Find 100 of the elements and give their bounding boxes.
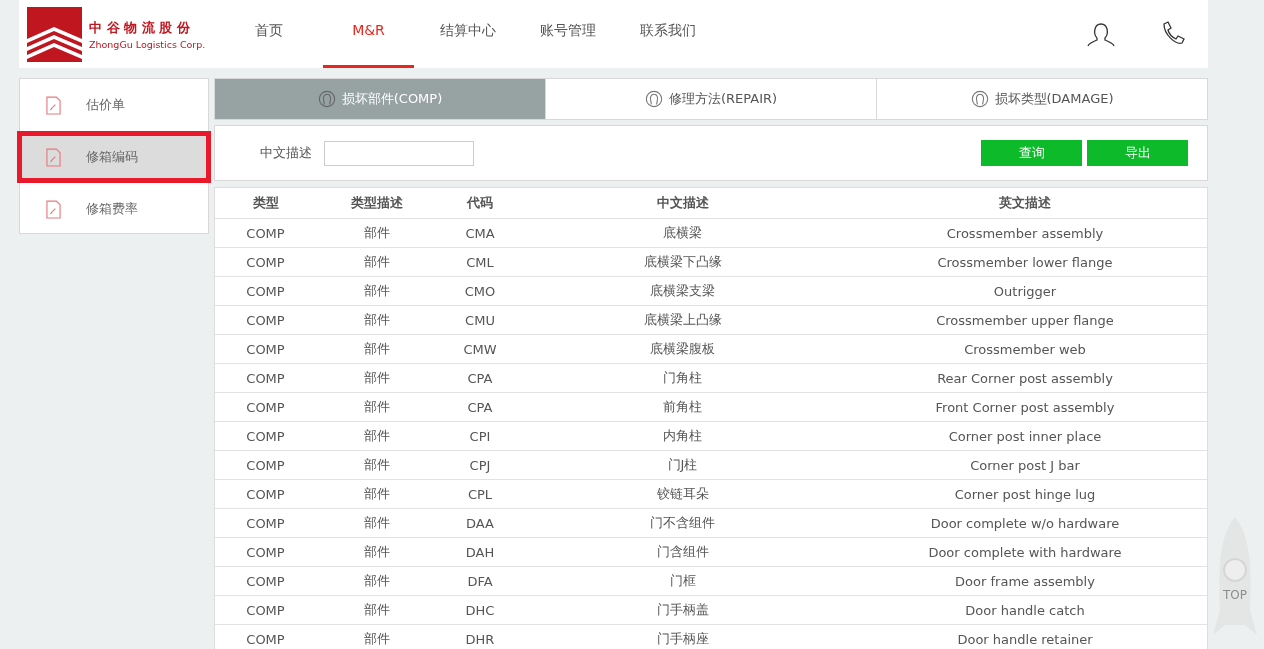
- table-cell-text: CML: [465, 254, 495, 270]
- table-cell-text: DHR: [464, 631, 496, 647]
- sidebar-item[interactable]: 估价单: [20, 79, 208, 131]
- table-cell-text: 底横梁支梁: [649, 282, 716, 300]
- table-cell-text: COMP: [245, 544, 286, 560]
- table-cell-text: 门框: [668, 572, 697, 590]
- table-cell-text: 部件: [363, 253, 391, 271]
- table-cell-text: 前角柱: [662, 398, 703, 416]
- table-cell-text: DFA: [466, 573, 494, 589]
- table-cell-text: COMP: [245, 602, 286, 618]
- table-cell-text: Crossmember upper flange: [935, 312, 1115, 328]
- table-cell-text: CMW: [462, 341, 498, 357]
- table-cell-text: 内角柱: [662, 427, 703, 445]
- table-cell-text: 门角柱: [662, 369, 703, 387]
- table-cell-text: 部件: [363, 224, 391, 242]
- document-edit-icon: [46, 199, 61, 219]
- table-cell-text: 部件: [363, 427, 391, 445]
- tab[interactable]: 修理方法(REPAIR): [546, 79, 877, 119]
- sidebar-item[interactable]: 修箱费率: [20, 183, 208, 235]
- table-cell-text: CPJ: [468, 457, 492, 473]
- user-circle-icon: [317, 90, 336, 108]
- table-cell-text: CMA: [464, 225, 496, 241]
- table-cell-text: CMO: [463, 283, 497, 299]
- table-cell-text: 门J柱: [666, 456, 699, 474]
- input-field[interactable]: [324, 140, 474, 166]
- table-cell-text: 部件: [363, 630, 391, 648]
- table-cell-text: Rear Corner post assembly: [936, 370, 1114, 386]
- nav-link[interactable]: 结算中心: [418, 0, 518, 68]
- table-cell-text: Crossmember assembly: [945, 225, 1105, 241]
- table-cell-text: COMP: [245, 399, 286, 415]
- table-cell-text: Crossmember lower flange: [936, 254, 1114, 270]
- table-cell-text: 门手柄座: [655, 630, 710, 648]
- table-cell-text: COMP: [245, 225, 286, 241]
- table-cell-text: DAH: [464, 544, 496, 560]
- table-cell-text: COMP: [245, 457, 286, 473]
- table-cell-text: 门不含组件: [649, 514, 716, 532]
- table-cell-text: COMP: [245, 486, 286, 502]
- column-header: 英文描述: [998, 194, 1052, 212]
- company-name: 中 谷 物 流 股 份: [89, 18, 191, 37]
- table-cell-text: 底横梁: [662, 224, 703, 242]
- table-cell-text: 底横梁上凸缘: [642, 311, 723, 329]
- table-cell-text: CPL: [466, 486, 494, 502]
- column-header: 中文描述: [655, 194, 710, 212]
- nav-link[interactable]: 联系我们: [618, 0, 718, 68]
- column-header: 类型描述: [350, 194, 404, 212]
- table-cell-text: Door complete with hardware: [927, 544, 1123, 560]
- table-cell-text: 底横梁腹板: [649, 340, 716, 358]
- table-cell-text: COMP: [245, 312, 286, 328]
- nav-link[interactable]: 首页: [219, 0, 319, 68]
- table-cell-text: 门手柄盖: [655, 601, 710, 619]
- column-header: 代码: [465, 194, 494, 212]
- company-name-english: ZhongGu Logistics Corp.: [89, 38, 206, 50]
- table-cell-text: Door handle catch: [964, 602, 1086, 618]
- table-cell-text: COMP: [245, 573, 286, 589]
- table-cell-text: COMP: [245, 254, 286, 270]
- table-cell-text: 部件: [363, 514, 391, 532]
- tab[interactable]: 损坏类型(DAMAGE): [877, 79, 1207, 119]
- table-cell-text: CPA: [466, 399, 494, 415]
- table-cell-text: Corner post J bar: [969, 457, 1081, 473]
- table-cell-text: 部件: [363, 398, 391, 416]
- table-cell-text: DHC: [464, 602, 496, 618]
- table-cell-text: 部件: [363, 311, 391, 329]
- table-cell-text: Door complete w/o hardware: [929, 515, 1121, 531]
- table-cell-text: COMP: [245, 428, 286, 444]
- user-circle-icon: [644, 90, 663, 108]
- table-cell-text: 底横梁下凸缘: [642, 253, 723, 271]
- column-header: 类型: [251, 194, 280, 212]
- table-cell-text: COMP: [245, 631, 286, 647]
- table-cell-text: Crossmember web: [963, 341, 1087, 357]
- sidebar-item[interactable]: 修箱编码: [17, 131, 211, 183]
- table-cell-text: Front Corner post assembly: [934, 399, 1116, 415]
- table-cell-text: 部件: [363, 572, 391, 590]
- table-cell-text: Corner post hinge lug: [953, 486, 1097, 502]
- table-cell-text: Outrigger: [992, 283, 1058, 299]
- nav-link[interactable]: 账号管理: [518, 0, 618, 68]
- logo-icon: [27, 6, 82, 62]
- table-cell-text: Door frame assembly: [954, 573, 1096, 589]
- document-edit-icon: [46, 147, 61, 167]
- table-cell-text: 部件: [363, 340, 391, 358]
- table-cell-text: 部件: [363, 282, 391, 300]
- table-cell-text: 部件: [363, 456, 391, 474]
- table-cell-text: 铰链耳朵: [655, 485, 710, 503]
- table-cell-text: COMP: [245, 370, 286, 386]
- table-cell-text: DAA: [465, 515, 495, 531]
- table-cell-text: 部件: [363, 369, 391, 387]
- table-cell-text: CPI: [468, 428, 492, 444]
- table-cell-text: CMU: [464, 312, 496, 328]
- table-cell-text: COMP: [245, 283, 286, 299]
- nav-link[interactable]: M&R: [323, 0, 414, 68]
- document-edit-icon: [46, 95, 61, 115]
- table-cell-text: 部件: [363, 601, 391, 619]
- table-cell-text: Door handle retainer: [956, 631, 1094, 647]
- table-cell-text: Corner post inner place: [947, 428, 1103, 444]
- user-circle-icon: [970, 90, 989, 108]
- table-cell-text: CPA: [466, 370, 494, 386]
- table-cell-text: 部件: [363, 485, 391, 503]
- field-label: 中文描述: [260, 144, 312, 162]
- table-cell-text: 部件: [363, 543, 391, 561]
- table-cell-text: COMP: [245, 341, 286, 357]
- table-cell-text: 门含组件: [655, 543, 710, 561]
